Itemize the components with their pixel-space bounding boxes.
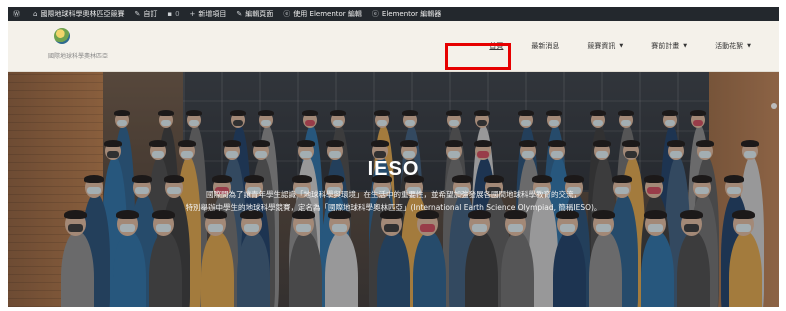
site-header: 國際地球科學奧林匹亞 首頁 最新消息 競賽資訊 ▼ 賽前計畫 ▼ 活動花絮 ▼ [8,21,779,72]
nav-training-label: 賽前計畫 [651,42,680,50]
nav-gallery-label: 活動花絮 [715,42,744,50]
nav-gallery[interactable]: 活動花絮 ▼ [715,41,751,51]
site-name-menu[interactable]: ⌂ 國際地球科學奧林匹亞競賽 [28,7,129,21]
logo-text: 國際地球科學奧林匹亞 [48,53,109,60]
edit-elementor-label: 使用 Elementor 編輯 [293,10,362,18]
elementor-editor-menu[interactable]: ⓔ Elementor 編輯器 [367,7,446,21]
hero-title: IESO [367,158,420,180]
nav-competition-info[interactable]: 競賽資訊 ▼ [587,41,623,51]
comments-count: 0 [175,10,180,18]
hero-description-line: 國際間為了讓青年學生認識「地球科學與環境」在生活中的重要性，並希望加強發展各國間… [206,190,581,199]
logo-globe-icon [54,28,70,44]
chevron-down-icon: ▼ [619,43,624,49]
brush-icon: ✎ [134,10,141,18]
elementor-icon: ⓔ [283,10,291,18]
hero-banner: IESO 國際間為了讓青年學生認識「地球科學與環境」在生活中的重要性，並希望加強… [8,72,779,307]
edit-page-label: 編輯頁面 [245,10,274,18]
customize-label: 自訂 [143,10,158,18]
browser-viewport: Ⓦ ⌂ 國際地球科學奧林匹亞競賽 ✎ 自訂 ▪ 0 + 新增項目 ✎ 編輯頁面 … [8,7,779,307]
edit-page-menu[interactable]: ✎ 編輯頁面 [231,7,278,21]
customize-menu[interactable]: ✎ 自訂 [129,7,162,21]
plus-icon: + [189,10,196,18]
elementor-editor-label: Elementor 編輯器 [381,10,442,18]
pencil-icon: ✎ [236,10,243,18]
comments-menu[interactable]: ▪ 0 [162,7,184,21]
nav-news[interactable]: 最新消息 [531,41,559,51]
comment-icon: ▪ [167,10,173,18]
hero-description-line: 特別舉辦中學生的地球科學競賽，定名為「國際地球科學奧林匹亞」(Internati… [185,203,602,212]
nav-training[interactable]: 賽前計畫 ▼ [651,41,687,51]
nav-competition-info-label: 競賽資訊 [587,42,616,50]
main-nav: 首頁 最新消息 競賽資訊 ▼ 賽前計畫 ▼ 活動花絮 ▼ [489,21,779,71]
site-name: 國際地球科學奧林匹亞競賽 [40,10,125,18]
chevron-down-icon: ▼ [683,43,688,49]
new-item-menu[interactable]: + 新增項目 [185,7,232,21]
nav-news-label: 最新消息 [531,42,560,50]
highlight-box [445,43,511,70]
hero-description: 國際間為了讓青年學生認識「地球科學與環境」在生活中的重要性，並希望加強發展各國間… [8,188,779,214]
wordpress-menu[interactable]: Ⓦ [8,7,28,21]
slider-dot[interactable] [771,103,777,109]
chevron-down-icon: ▼ [747,43,751,49]
home-icon: ⌂ [33,10,38,18]
wordpress-icon: Ⓦ [13,10,20,18]
edit-elementor-menu[interactable]: ⓔ 使用 Elementor 編輯 [278,7,367,21]
elementor-icon: ⓔ [371,10,379,18]
new-item-label: 新增項目 [198,10,227,18]
admin-bar: Ⓦ ⌂ 國際地球科學奧林匹亞競賽 ✎ 自訂 ▪ 0 + 新增項目 ✎ 編輯頁面 … [8,7,779,21]
site-logo[interactable]: 國際地球科學奧林匹亞 [48,26,158,66]
